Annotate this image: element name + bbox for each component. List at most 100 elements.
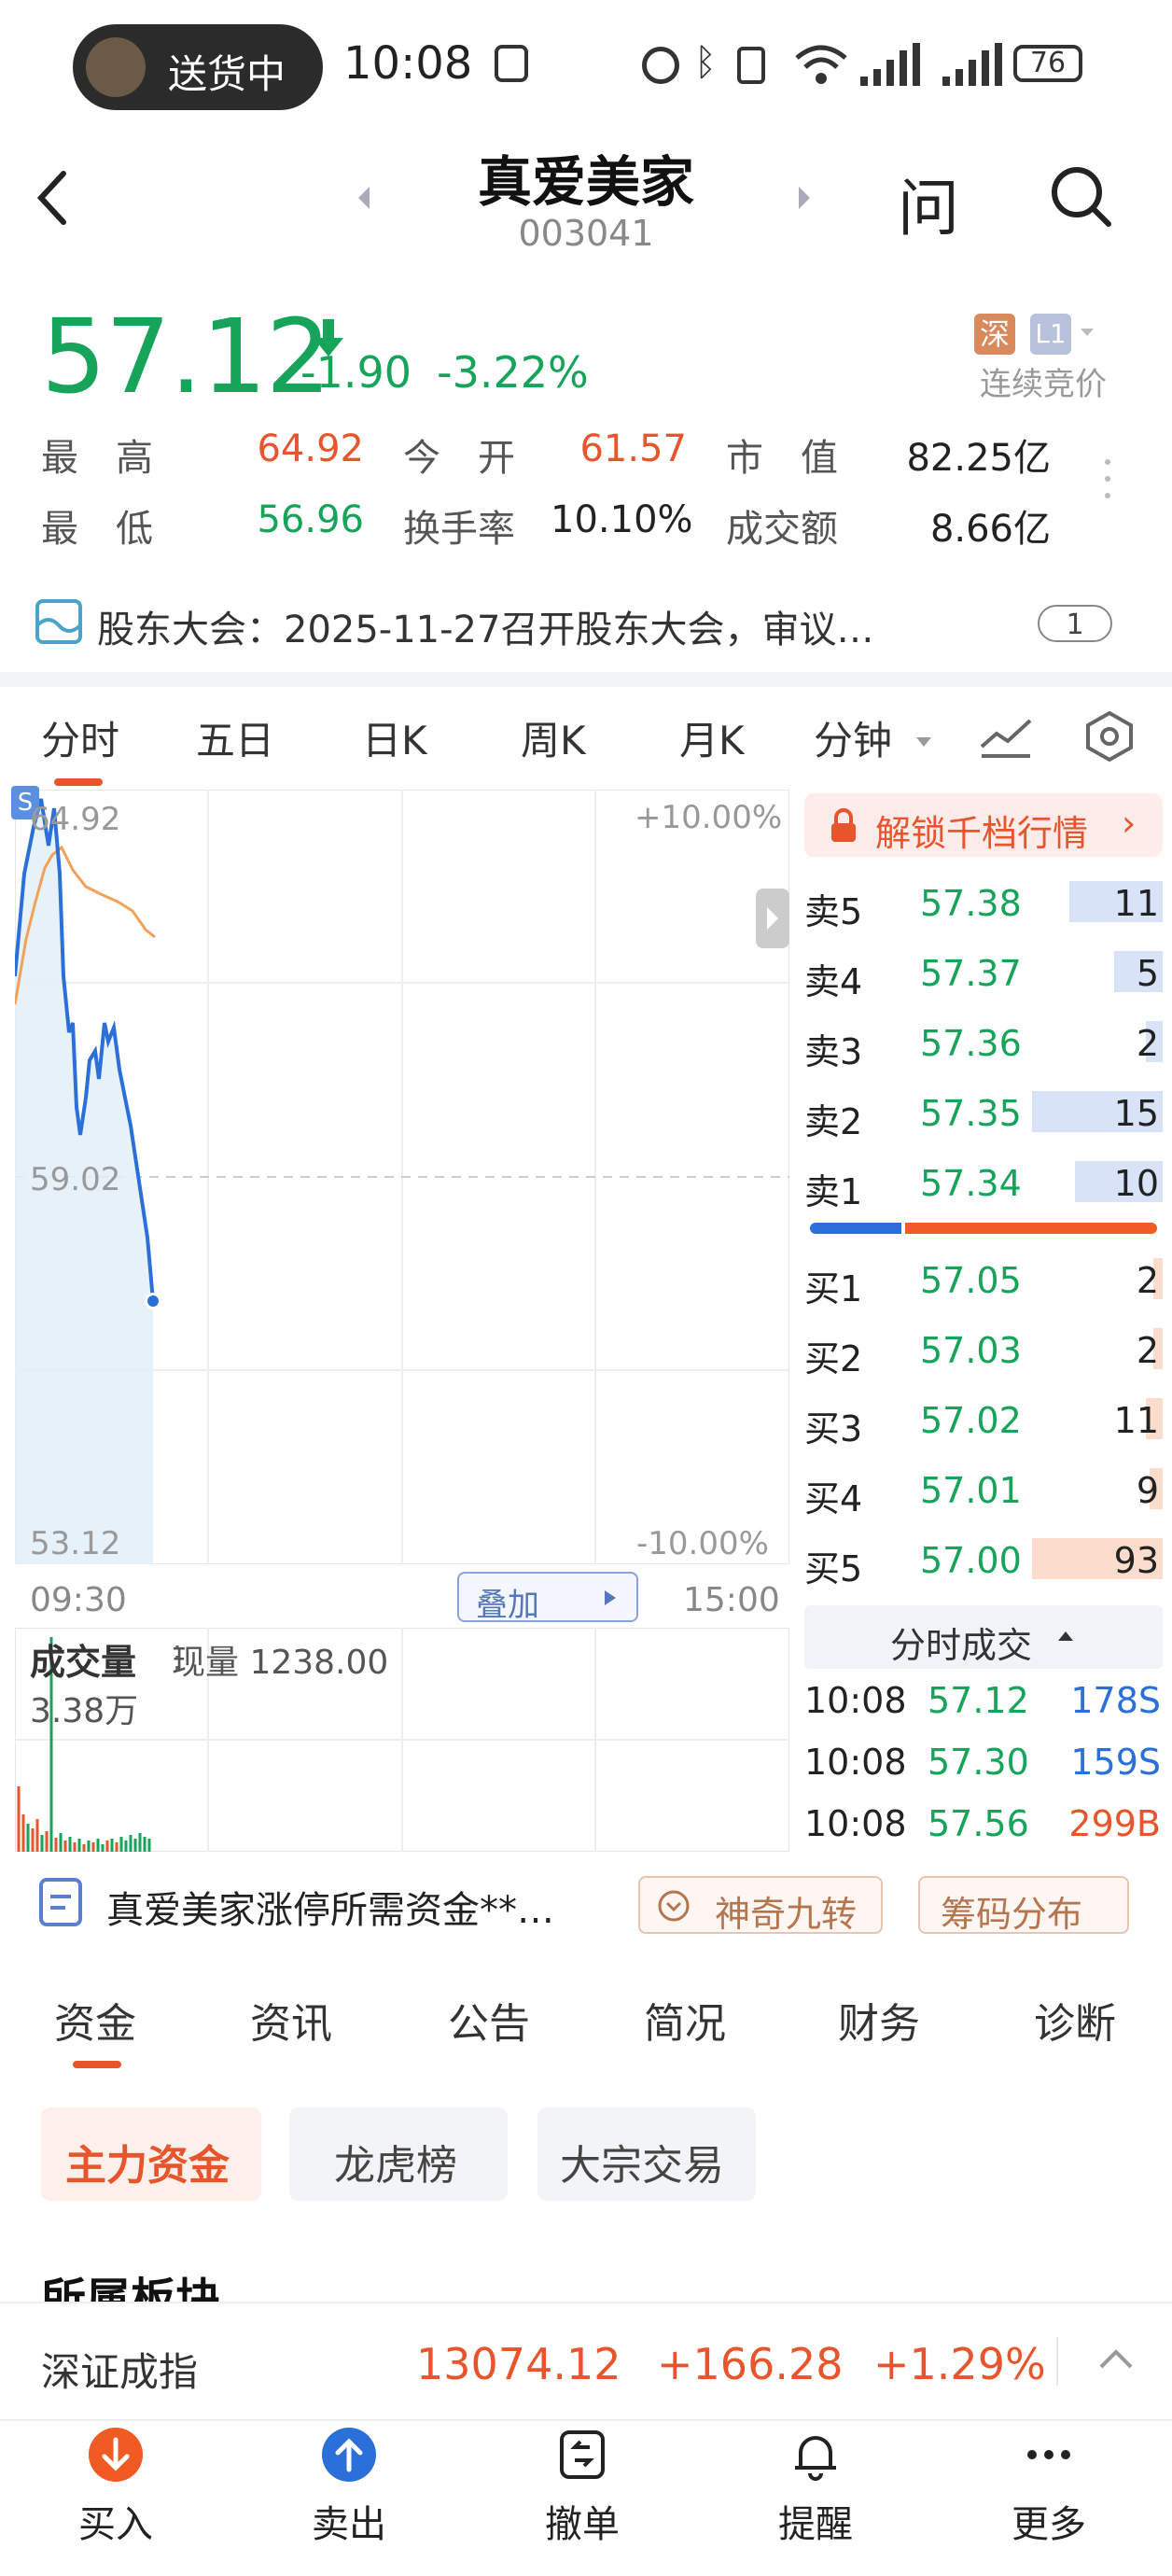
subtab-dragon-tiger[interactable]: 龙虎榜 <box>289 2107 508 2201</box>
tab-minute[interactable]: 分钟 <box>814 709 892 766</box>
trade-volume: 159S <box>1070 1742 1161 1783</box>
subtab-block-trade[interactable]: 大宗交易 <box>537 2107 756 2201</box>
bid-price: 57.01 <box>920 1470 1022 1511</box>
bid-row-5[interactable]: 买5 57.00 93 <box>804 1525 1163 1594</box>
buy-sell-ratio-bar <box>810 1223 1157 1234</box>
tab-news[interactable]: 资讯 <box>250 1990 332 2050</box>
trade-price: 57.56 <box>928 1803 1029 1844</box>
settings-hex-icon[interactable] <box>1082 709 1137 763</box>
pct-up-label: +10.00% <box>635 799 783 836</box>
sell-ratio-segment <box>810 1223 901 1234</box>
tab-weekly-k[interactable]: 周K <box>521 709 586 766</box>
ask-price: 57.36 <box>920 1023 1022 1064</box>
bid-row-2[interactable]: 买2 57.03 2 <box>804 1315 1163 1384</box>
trades-header[interactable]: 分时成交 <box>804 1605 1163 1669</box>
ask-label: 卖2 <box>804 1101 863 1142</box>
subtab-main-funds-label: 主力资金 <box>65 2142 230 2190</box>
trade-price: 57.30 <box>928 1742 1029 1783</box>
overlay-arrow-icon <box>605 1590 616 1605</box>
chip-distribution-button[interactable]: 筹码分布 <box>918 1876 1129 1935</box>
tab-announcements[interactable]: 公告 <box>448 1990 530 2050</box>
indicator-icon[interactable] <box>978 715 1034 762</box>
battery-icon: 76 <box>1013 45 1082 82</box>
bid-row-4[interactable]: 买4 57.01 9 <box>804 1455 1163 1524</box>
delivery-status-pill[interactable]: 送货中 <box>73 24 323 110</box>
price-high-label: 64.92 <box>30 801 121 838</box>
ask-row-2[interactable]: 卖2 57.35 15 <box>804 1078 1163 1147</box>
stat-mktcap-label: 市 值 <box>726 437 838 480</box>
bid-price: 57.00 <box>920 1540 1022 1581</box>
unlock-chevron-icon: › <box>1122 803 1137 844</box>
bid-row-1[interactable]: 买1 57.05 2 <box>804 1245 1163 1314</box>
notice-text[interactable]: 股东大会：2025-11-27召开股东大会，审议… <box>97 599 873 653</box>
sell-icon <box>322 2428 376 2482</box>
tab-financials[interactable]: 财务 <box>838 1990 920 2050</box>
chevron-up-icon[interactable] <box>1097 2346 1135 2371</box>
battery-level: 76 <box>1029 47 1067 79</box>
tab-monthly-k[interactable]: 月K <box>679 709 745 766</box>
nav-more-label: 更多 <box>1012 2503 1086 2546</box>
search-icon[interactable] <box>1049 164 1114 230</box>
stat-turnover-value: 10.10% <box>551 498 693 541</box>
volume-max: 3.38万 <box>30 1692 139 1730</box>
nav-sell-label: 卖出 <box>312 2503 386 2546</box>
next-stock-icon[interactable] <box>795 185 812 211</box>
price-mid-label: 59.02 <box>30 1161 121 1198</box>
ask-price: 57.34 <box>920 1163 1022 1204</box>
tab-overview[interactable]: 简况 <box>644 1990 726 2050</box>
more-dots-icon[interactable] <box>1105 459 1112 498</box>
tab-daily-k[interactable]: 日K <box>362 709 427 766</box>
intraday-chart[interactable] <box>15 790 789 1564</box>
index-bar[interactable]: 深证成指 13074.12 +166.28 +1.29% <box>0 2302 1172 2421</box>
bid-label: 买3 <box>804 1408 863 1449</box>
price-change-pct: -3.22% <box>437 347 589 398</box>
buy-icon <box>89 2428 143 2482</box>
bid-label: 买4 <box>804 1478 863 1519</box>
tab-5day[interactable]: 五日 <box>196 709 274 766</box>
ask-icon[interactable]: 问 <box>898 159 959 248</box>
nfc-icon <box>495 45 528 82</box>
level-tag[interactable]: L1 <box>1030 314 1071 355</box>
ask-volume: 15 <box>1113 1093 1159 1134</box>
minute-dropdown-icon[interactable] <box>914 735 933 749</box>
unlock-depth-button[interactable]: 解锁千档行情 › <box>804 793 1163 857</box>
chip-distribution-label: 筹码分布 <box>941 1894 1083 1935</box>
tab-diagnosis[interactable]: 诊断 <box>1034 1990 1116 2050</box>
stat-mktcap-value: 82.25亿 <box>906 437 1051 480</box>
trade-time: 10:08 <box>804 1680 907 1721</box>
stat-high-value: 64.92 <box>257 427 364 470</box>
current-price: 57.12 <box>41 297 331 416</box>
stat-turnover-label: 换手率 <box>403 508 515 551</box>
tab-intraday[interactable]: 分时 <box>41 709 119 766</box>
rider-avatar-icon <box>86 37 146 97</box>
ask-row-4[interactable]: 卖4 57.37 5 <box>804 938 1163 1007</box>
nav-alert-label: 提醒 <box>778 2503 853 2546</box>
subtab-main-funds[interactable]: 主力资金 <box>41 2107 261 2201</box>
ask-row-1[interactable]: 卖1 57.34 10 <box>804 1148 1163 1217</box>
overlay-button[interactable]: 叠加 <box>457 1572 638 1624</box>
notice-count: 1 <box>1066 609 1084 641</box>
tab-funds[interactable]: 资金 <box>54 1990 136 2050</box>
bid-row-3[interactable]: 买3 57.02 11 <box>804 1385 1163 1454</box>
notice-count-badge[interactable]: 1 <box>1038 605 1112 642</box>
session-status: 连续竞价 <box>980 366 1107 403</box>
ask-price: 57.35 <box>920 1093 1022 1134</box>
vibrate-icon <box>737 47 765 84</box>
ask-price: 57.38 <box>920 883 1022 924</box>
index-change: +166.28 <box>657 2339 844 2389</box>
trade-time: 10:08 <box>804 1803 907 1844</box>
ask-row-5[interactable]: 卖5 57.38 11 <box>804 868 1163 937</box>
stat-amount-label: 成交额 <box>726 508 838 551</box>
magic-nine-button[interactable]: 神奇九转 <box>638 1876 883 1935</box>
index-divider <box>1056 2337 1058 2386</box>
ask-row-3[interactable]: 卖3 57.36 2 <box>804 1008 1163 1077</box>
trade-volume: 178S <box>1070 1680 1161 1721</box>
level-dropdown-icon[interactable] <box>1079 327 1095 338</box>
bell-icon <box>795 2436 836 2481</box>
promo-text[interactable]: 真爱美家涨停所需资金**… <box>106 1880 554 1934</box>
price-low-label: 53.12 <box>30 1525 121 1562</box>
ask-price: 57.37 <box>920 953 1022 994</box>
collapse-handle-icon[interactable] <box>756 889 789 948</box>
trades-title: 分时成交 <box>890 1625 1033 1666</box>
signal-2-icon <box>942 43 1002 86</box>
